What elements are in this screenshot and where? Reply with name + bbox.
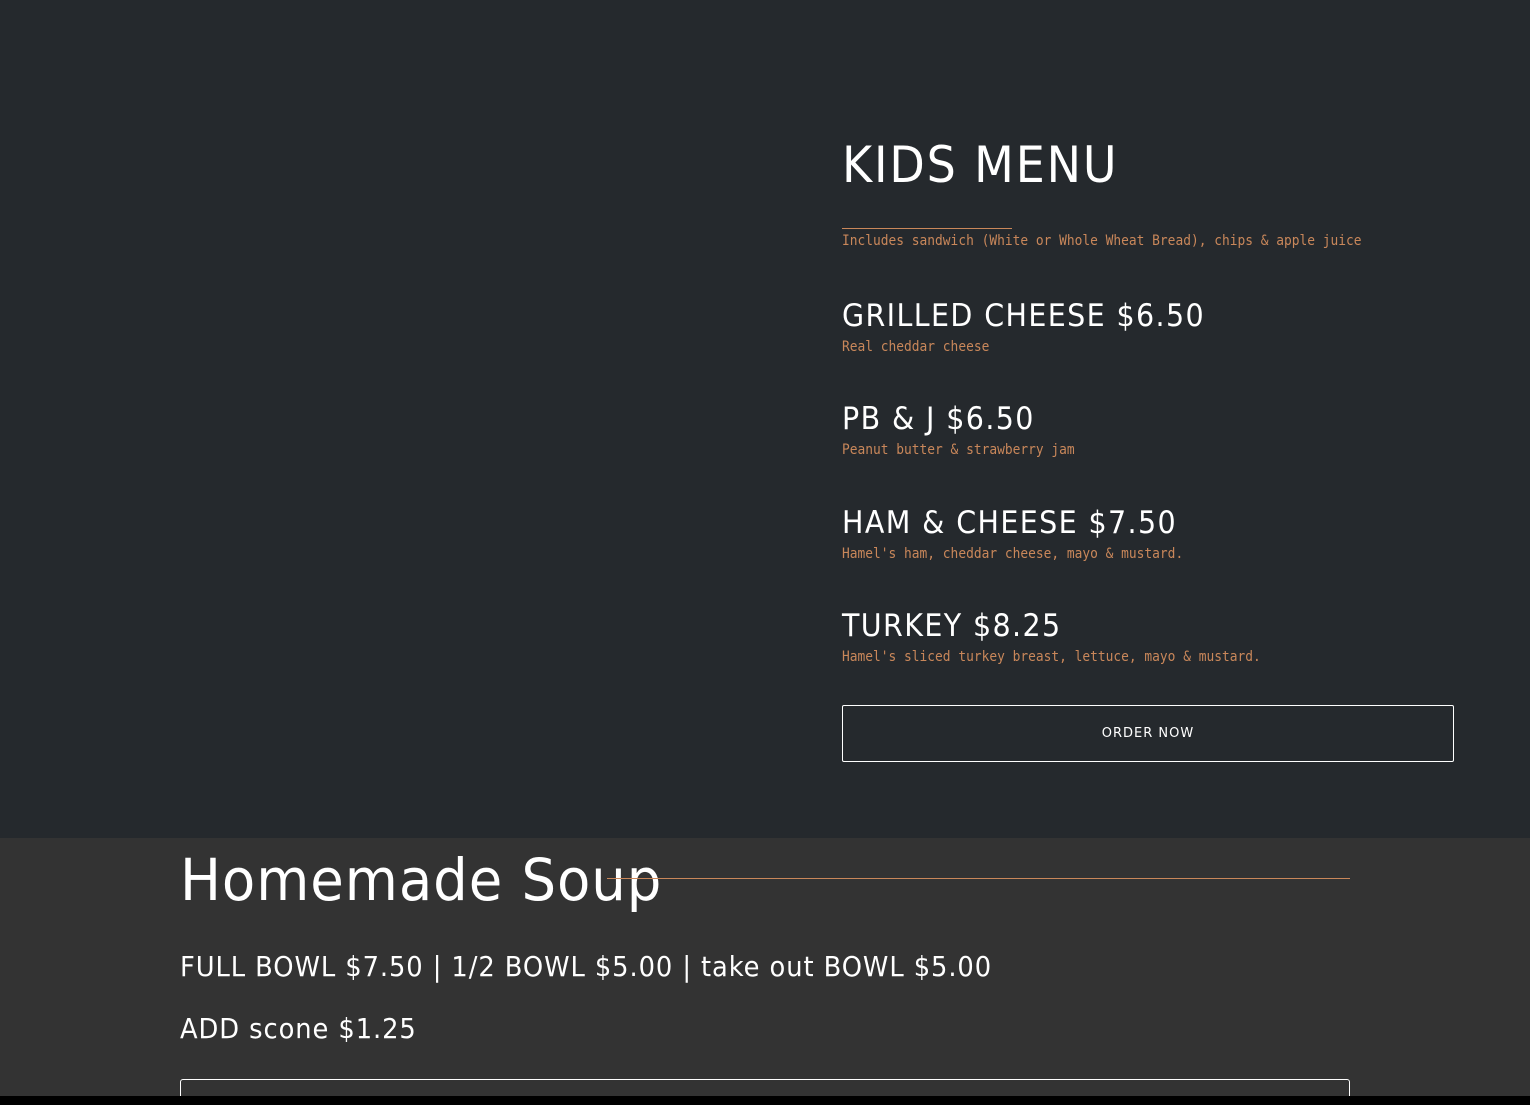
kids-menu-section: KIDS MENU Includes sandwich (White or Wh… bbox=[0, 0, 1530, 838]
kids-menu-subtitle: Includes sandwich (White or Whole Wheat … bbox=[842, 233, 1362, 249]
soup-title-rule bbox=[607, 878, 1350, 879]
menu-item-description: Peanut butter & strawberry jam bbox=[842, 442, 1075, 458]
kids-menu-title: KIDS MENU bbox=[842, 136, 1119, 194]
menu-item-title: TURKEY $8.25 bbox=[842, 608, 1062, 644]
order-now-button[interactable]: ORDER NOW bbox=[842, 705, 1454, 762]
menu-item-description: Hamel's sliced turkey breast, lettuce, m… bbox=[842, 649, 1261, 665]
menu-item-title: PB & J $6.50 bbox=[842, 401, 1035, 437]
soup-prices: FULL BOWL $7.50 | 1/2 BOWL $5.00 | take … bbox=[180, 950, 993, 983]
soup-addon: ADD scone $1.25 bbox=[180, 1012, 417, 1045]
menu-item-title: HAM & CHEESE $7.50 bbox=[842, 505, 1178, 541]
bottom-edge-strip bbox=[0, 1096, 1530, 1105]
soup-title: Homemade Soup bbox=[180, 846, 663, 914]
soup-section: Homemade Soup FULL BOWL $7.50 | 1/2 BOWL… bbox=[0, 838, 1530, 1105]
menu-item-description: Real cheddar cheese bbox=[842, 339, 990, 355]
kids-menu-title-underline bbox=[842, 228, 1012, 229]
menu-item-description: Hamel's ham, cheddar cheese, mayo & must… bbox=[842, 546, 1184, 562]
page: KIDS MENU Includes sandwich (White or Wh… bbox=[0, 0, 1530, 1105]
menu-item-title: GRILLED CHEESE $6.50 bbox=[842, 298, 1205, 334]
